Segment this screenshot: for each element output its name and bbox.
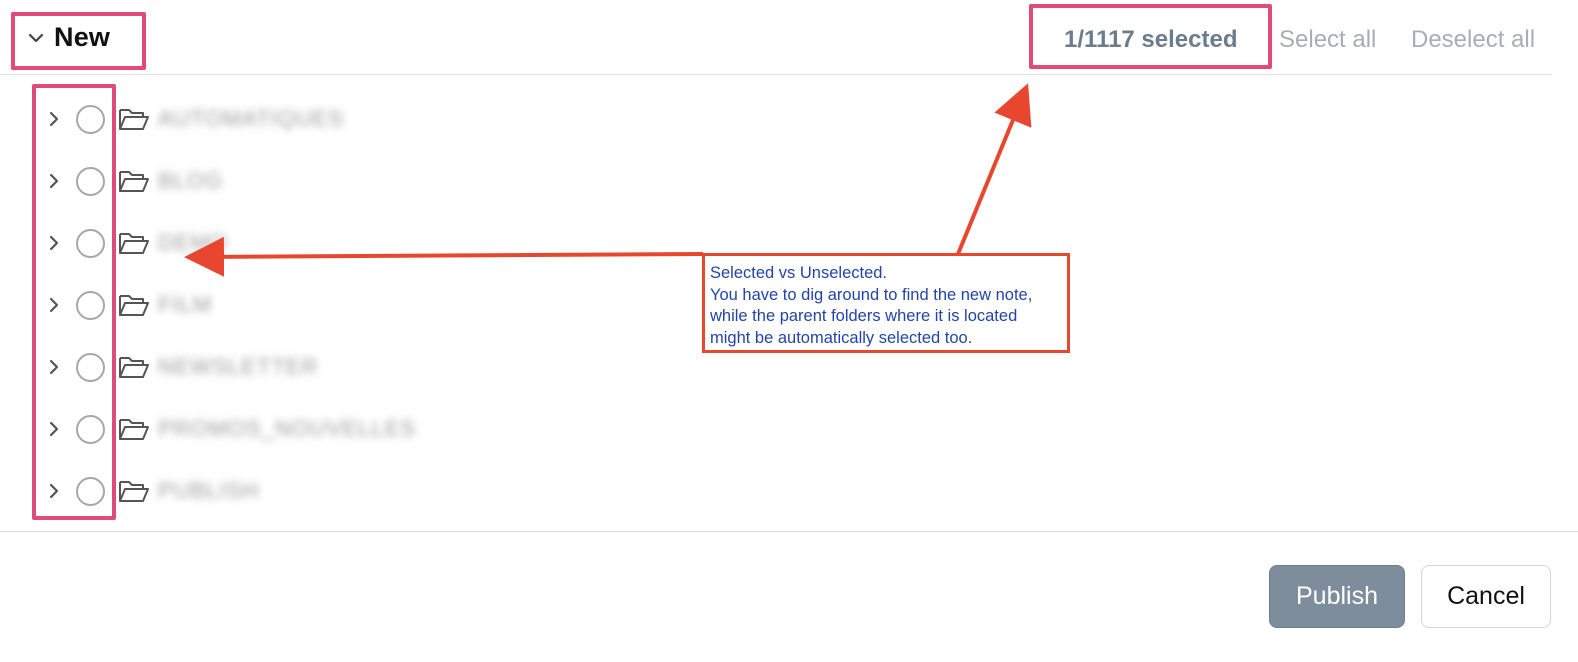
row-label: NEWSLETTER: [158, 354, 319, 379]
tree-row[interactable]: AUTOMATIQUES: [0, 88, 600, 150]
chevron-right-icon[interactable]: [44, 233, 64, 253]
tree-row[interactable]: PUBLISH: [0, 460, 600, 522]
row-radio[interactable]: [76, 352, 105, 382]
row-radio[interactable]: [76, 166, 105, 196]
folder-open-icon: [118, 230, 150, 256]
tree-row[interactable]: BLOG: [0, 150, 600, 212]
arrow-to-count: [956, 83, 1032, 255]
tree-row[interactable]: DEMO: [0, 212, 600, 274]
chevron-right-icon[interactable]: [44, 171, 64, 191]
folder-open-icon: [118, 106, 150, 132]
select-all-link[interactable]: Select all: [1279, 26, 1376, 54]
row-label: FILM: [158, 292, 213, 317]
chevron-right-icon[interactable]: [44, 357, 64, 377]
note-line: You have to dig around to find the new n…: [710, 285, 1033, 304]
selected-count: 1/1117 selected: [1064, 26, 1238, 53]
tree-row[interactable]: PROMOS_NOUVELLES: [0, 398, 600, 460]
tree-row[interactable]: FILM: [0, 274, 600, 336]
row-label: BLOG: [158, 168, 224, 193]
folder-open-icon: [118, 168, 150, 194]
publish-dialog: New 1/1117 selected Select all Deselect …: [0, 0, 1578, 662]
note-line: Selected vs Unselected.: [710, 264, 888, 282]
folder-open-icon: [118, 354, 150, 380]
header-divider: [0, 74, 1552, 75]
tree-row[interactable]: NEWSLETTER: [0, 336, 600, 398]
footer-divider: [0, 531, 1578, 532]
row-label: PUBLISH: [158, 478, 260, 503]
chevron-right-icon[interactable]: [44, 295, 64, 315]
chevron-right-icon[interactable]: [44, 419, 64, 439]
note-line: while the parent folders where it is loc…: [710, 307, 1018, 325]
folder-open-icon: [118, 416, 150, 442]
publish-button[interactable]: Publish: [1269, 565, 1405, 628]
note-line: might be automatically selected too.: [710, 328, 973, 347]
row-label: PROMOS_NOUVELLES: [158, 416, 417, 441]
chevron-right-icon[interactable]: [44, 481, 64, 501]
cancel-button[interactable]: Cancel: [1421, 565, 1551, 628]
section-title: New: [54, 22, 111, 52]
row-radio[interactable]: [76, 414, 105, 444]
row-radio[interactable]: [76, 290, 105, 320]
folder-open-icon: [118, 478, 150, 504]
row-radio[interactable]: [76, 104, 105, 134]
new-section-toggle[interactable]: New: [26, 22, 110, 53]
deselect-all-link[interactable]: Deselect all: [1411, 26, 1535, 54]
chevron-right-icon[interactable]: [44, 109, 64, 129]
row-radio[interactable]: [76, 476, 105, 506]
row-label: DEMO: [158, 230, 228, 255]
folder-open-icon: [118, 292, 150, 318]
row-radio[interactable]: [76, 228, 105, 258]
chevron-down-icon: [26, 28, 46, 48]
row-label: AUTOMATIQUES: [158, 106, 344, 131]
annotation-note: Selected vs Unselected. You have to dig …: [702, 253, 1070, 353]
